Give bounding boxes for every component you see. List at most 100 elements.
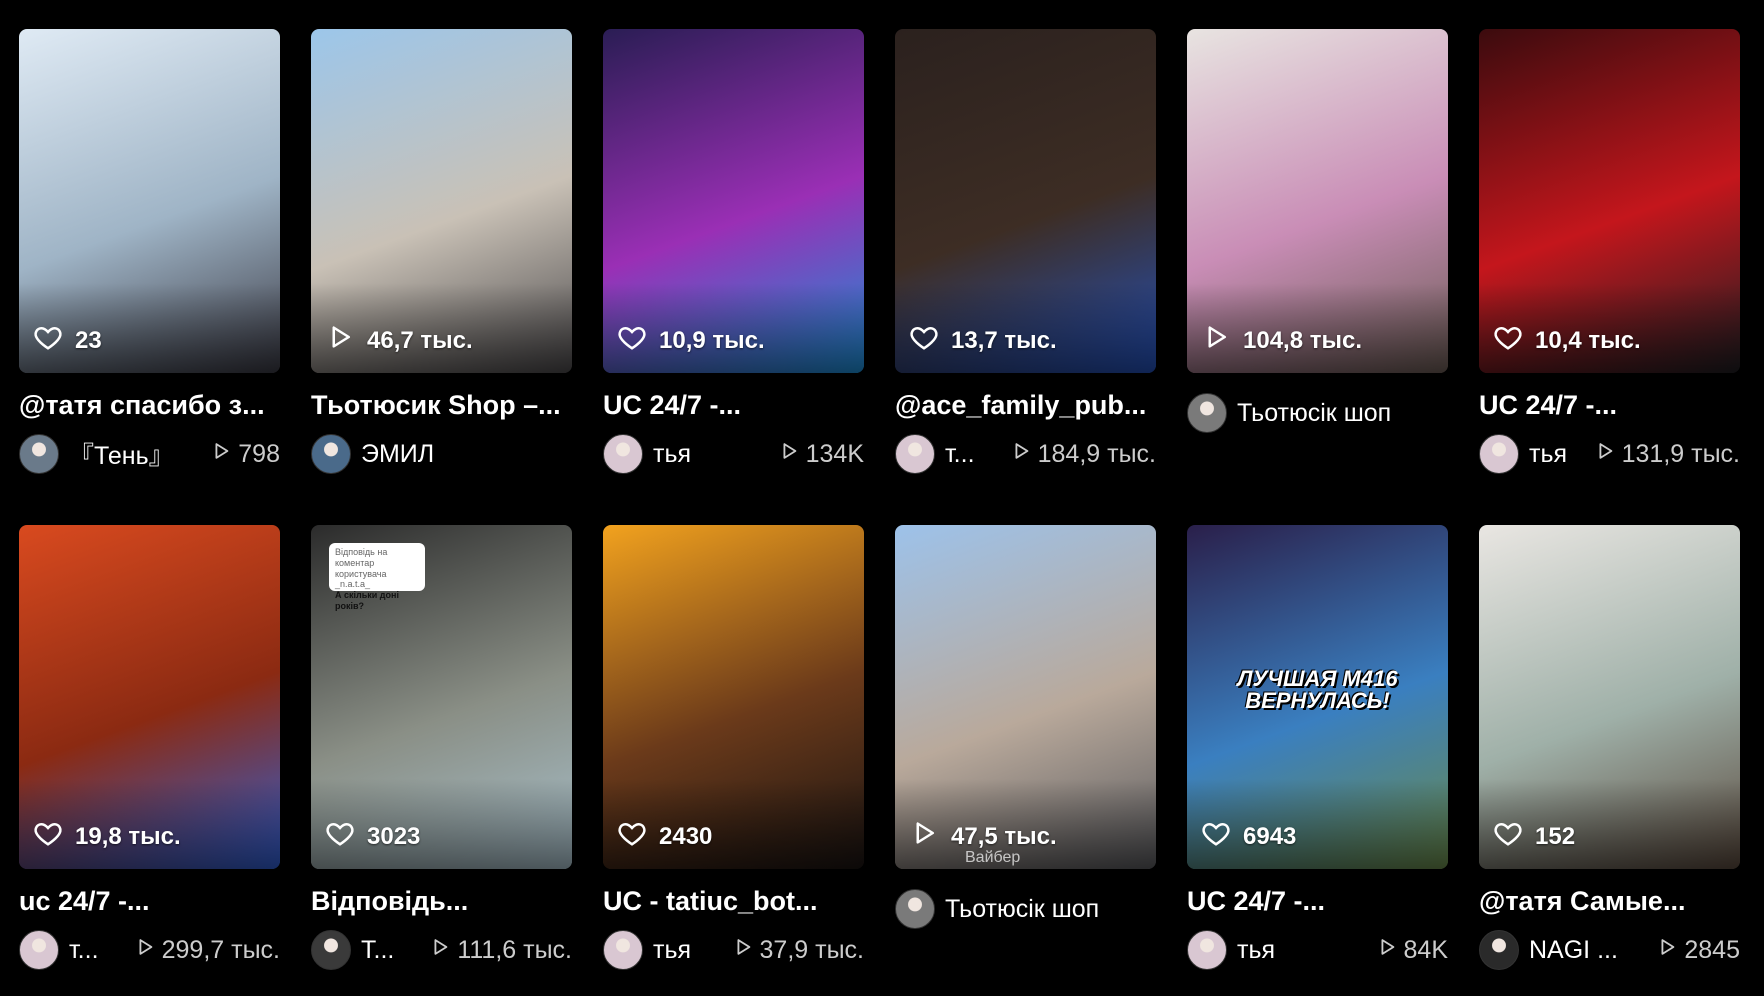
avatar[interactable] xyxy=(19,434,59,474)
video-card[interactable]: 19,8 тыс. uc 24/7 -... т... 299,7 тыс. xyxy=(19,525,280,996)
video-card[interactable]: 23 @татя спасибо з... 『Тень』 798 xyxy=(19,29,280,500)
author-name[interactable]: NAGI ... xyxy=(1529,936,1618,965)
video-title[interactable]: @татя спасибо з... xyxy=(19,388,280,422)
avatar[interactable] xyxy=(1479,434,1519,474)
video-meta: тья 84K xyxy=(1187,930,1448,970)
author-name[interactable]: Т... xyxy=(361,936,394,965)
video-thumbnail[interactable]: 10,4 тыс. xyxy=(1479,29,1740,373)
author[interactable]: т... xyxy=(19,930,99,970)
avatar[interactable] xyxy=(1187,930,1227,970)
author[interactable]: тья xyxy=(1187,930,1275,970)
video-thumbnail[interactable]: 104,8 тыс. xyxy=(1187,29,1448,373)
author-name[interactable]: ЭМИЛ xyxy=(361,440,434,469)
video-thumbnail[interactable]: 2430 xyxy=(603,525,864,869)
author-name[interactable]: тья xyxy=(653,440,691,469)
video-title[interactable]: UC 24/7 -... xyxy=(1479,388,1740,422)
video-thumbnail[interactable]: 3023 Відповідь на коментар користувача _… xyxy=(311,525,572,869)
play-count-text: 134K xyxy=(805,439,864,468)
author[interactable]: Т... xyxy=(311,930,394,970)
author-name[interactable]: т... xyxy=(69,936,99,965)
avatar[interactable] xyxy=(311,930,351,970)
video-thumbnail[interactable]: 10,9 тыс. xyxy=(603,29,864,373)
avatar[interactable] xyxy=(603,434,643,474)
author[interactable]: т... xyxy=(895,434,975,474)
author-name[interactable]: Тьотюсік шоп xyxy=(1237,399,1391,428)
avatar[interactable] xyxy=(895,889,935,929)
video-metric: 10,4 тыс. xyxy=(1493,322,1641,359)
avatar[interactable] xyxy=(1187,393,1227,433)
video-thumbnail[interactable]: 152 xyxy=(1479,525,1740,869)
video-title[interactable]: @татя Самые... xyxy=(1479,884,1740,918)
author-name[interactable]: тья xyxy=(1529,440,1567,469)
video-metric: 23 xyxy=(33,322,102,359)
video-thumbnail[interactable]: 46,7 тыс. xyxy=(311,29,572,373)
author-name[interactable]: тья xyxy=(653,936,691,965)
avatar[interactable] xyxy=(1479,930,1519,970)
video-title[interactable]: UC 24/7 -... xyxy=(1187,884,1448,918)
avatar[interactable] xyxy=(19,930,59,970)
video-thumbnail[interactable]: 6943 ЛУЧШАЯ М416 ВЕРНУЛАСЬ! xyxy=(1187,525,1448,869)
avatar[interactable] xyxy=(895,434,935,474)
video-metric: 152 xyxy=(1493,818,1575,855)
author[interactable]: 『Тень』 xyxy=(19,434,174,474)
video-card[interactable]: 13,7 тыс. @ace_family_pub... т... 184,9 … xyxy=(895,29,1156,500)
video-title[interactable]: Тьотюсик Shop –... xyxy=(311,388,572,422)
author-name[interactable]: 『Тень』 xyxy=(69,436,174,472)
video-meta: тья 131,9 тыс. xyxy=(1479,434,1740,474)
play-count-text: 84K xyxy=(1403,935,1448,964)
video-title[interactable]: uc 24/7 -... xyxy=(19,884,280,918)
play-count-text: 2845 xyxy=(1684,935,1740,964)
avatar[interactable] xyxy=(603,930,643,970)
play-count-text: 798 xyxy=(238,439,280,468)
heart-icon xyxy=(1493,818,1523,855)
author-name[interactable]: тья xyxy=(1237,936,1275,965)
heart-icon xyxy=(1493,322,1523,359)
author[interactable]: Тьотюсік шоп xyxy=(895,889,1099,929)
video-thumbnail[interactable]: 47,5 тыс. Вайбер xyxy=(895,525,1156,869)
video-title[interactable]: UC - tatiuc_bot... xyxy=(603,884,864,918)
video-title[interactable]: @ace_family_pub... xyxy=(895,388,1156,422)
banner-line: ВЕРНУЛАСЬ! xyxy=(1245,688,1390,713)
video-thumbnail[interactable]: 13,7 тыс. xyxy=(895,29,1156,373)
metric-count: 152 xyxy=(1535,822,1576,850)
metric-count: 104,8 тыс. xyxy=(1243,326,1362,354)
avatar[interactable] xyxy=(311,434,351,474)
video-thumbnail[interactable]: 23 xyxy=(19,29,280,373)
heart-icon xyxy=(325,818,355,855)
video-card[interactable]: 46,7 тыс. Тьотюсик Shop –... ЭМИЛ xyxy=(311,29,572,500)
author[interactable]: Тьотюсік шоп xyxy=(1187,393,1391,433)
video-card[interactable]: 152 @татя Самые... NAGI ... 2845 xyxy=(1479,525,1740,996)
play-count: 184,9 тыс. xyxy=(1010,440,1156,469)
metric-count: 46,7 тыс. xyxy=(367,326,473,354)
author[interactable]: тья xyxy=(603,434,691,474)
video-card[interactable]: 6943 ЛУЧШАЯ М416 ВЕРНУЛАСЬ! UC 24/7 -... … xyxy=(1187,525,1448,996)
video-title[interactable]: Відповідь... xyxy=(311,884,572,918)
heart-icon xyxy=(617,818,647,855)
video-card[interactable]: 3023 Відповідь на коментар користувача _… xyxy=(311,525,572,996)
video-card[interactable]: 10,4 тыс. UC 24/7 -... тья 131,9 тыс. xyxy=(1479,29,1740,500)
video-metric: 3023 xyxy=(325,818,420,855)
video-card[interactable]: 10,9 тыс. UC 24/7 -... тья 134K xyxy=(603,29,864,500)
video-card[interactable]: 2430 UC - tatiuc_bot... тья 37,9 тыс. xyxy=(603,525,864,996)
author[interactable]: тья xyxy=(1479,434,1567,474)
author[interactable]: тья xyxy=(603,930,691,970)
video-meta: тья 37,9 тыс. xyxy=(603,930,864,970)
metric-count: 6943 xyxy=(1243,822,1297,850)
video-card[interactable]: 47,5 тыс. Вайбер Тьотюсік шоп xyxy=(895,525,1156,996)
banner-line: ЛУЧШАЯ М416 xyxy=(1237,666,1398,691)
video-title[interactable]: UC 24/7 -... xyxy=(603,388,864,422)
author[interactable]: NAGI ... xyxy=(1479,930,1618,970)
metric-count: 19,8 тыс. xyxy=(75,822,181,850)
play-count-text: 299,7 тыс. xyxy=(161,935,280,964)
video-thumbnail[interactable]: 19,8 тыс. xyxy=(19,525,280,869)
metric-count: 23 xyxy=(75,326,102,354)
video-meta: т... 299,7 тыс. xyxy=(19,930,280,970)
play-count: 798 xyxy=(210,440,280,469)
author-name[interactable]: Тьотюсік шоп xyxy=(945,895,1099,924)
play-icon xyxy=(732,936,754,965)
play-count-text: 131,9 тыс. xyxy=(1621,439,1740,468)
author[interactable]: ЭМИЛ xyxy=(311,434,434,474)
author-name[interactable]: т... xyxy=(945,440,975,469)
play-count: 134K xyxy=(778,440,864,469)
video-card[interactable]: 104,8 тыс. Тьотюсік шоп xyxy=(1187,29,1448,500)
